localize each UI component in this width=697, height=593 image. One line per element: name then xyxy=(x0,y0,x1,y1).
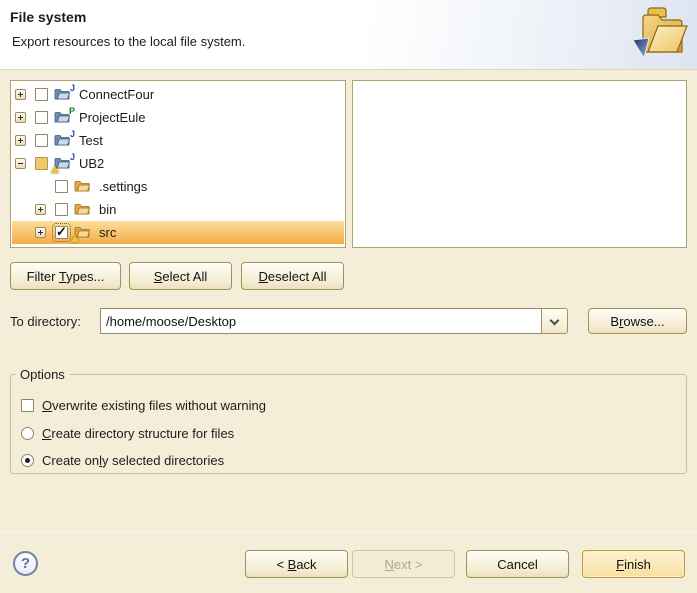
tree-item-label: Test xyxy=(77,133,105,148)
tree-row[interactable]: src xyxy=(12,221,344,244)
expander-icon[interactable] xyxy=(15,158,26,169)
tree-row[interactable]: J Test xyxy=(12,129,344,152)
item-checkbox[interactable] xyxy=(35,88,48,101)
tree-row[interactable]: P ProjectEule xyxy=(12,106,344,129)
wizard-header: File system Export resources to the loca… xyxy=(0,0,697,70)
expander-icon[interactable] xyxy=(15,112,26,123)
filter-types-button[interactable]: Filter Types... xyxy=(10,262,121,290)
item-checkbox[interactable] xyxy=(55,226,68,239)
decorator-badge: J xyxy=(70,129,75,139)
directory-input[interactable] xyxy=(100,308,542,334)
finish-button[interactable]: Finish xyxy=(582,550,685,578)
folder-icon: J xyxy=(54,156,71,171)
decorator-badge: J xyxy=(70,152,75,162)
tree-item-label: ProjectEule xyxy=(77,110,147,125)
folder-icon: J xyxy=(54,87,71,102)
warning-icon xyxy=(51,166,59,173)
item-checkbox[interactable] xyxy=(35,111,48,124)
item-checkbox[interactable] xyxy=(35,157,48,170)
item-checkbox[interactable] xyxy=(55,180,68,193)
expander-icon[interactable] xyxy=(15,135,26,146)
create-only-selected-radio[interactable] xyxy=(21,454,34,467)
folder-icon xyxy=(74,225,91,240)
back-button[interactable]: < Back xyxy=(245,550,348,578)
item-checkbox[interactable] xyxy=(35,134,48,147)
next-button: Next > xyxy=(352,550,455,578)
create-only-selected-label: Create only selected directories xyxy=(42,453,224,468)
resource-tree: J ConnectFour P ProjectEule J Test xyxy=(10,80,346,248)
file-list-panel xyxy=(352,80,687,248)
help-button[interactable]: ? xyxy=(13,551,38,576)
expander-icon[interactable] xyxy=(15,89,26,100)
warning-icon xyxy=(71,235,79,242)
tree-row[interactable]: J ConnectFour xyxy=(12,83,344,106)
tree-item-label: src xyxy=(97,225,118,240)
folder-icon: J xyxy=(54,133,71,148)
page-subtitle: Export resources to the local file syste… xyxy=(12,34,245,49)
expander-icon[interactable] xyxy=(35,204,46,215)
tree-item-label: bin xyxy=(97,202,118,217)
item-checkbox[interactable] xyxy=(55,203,68,216)
footer-separator xyxy=(0,532,697,533)
create-directory-structure-option[interactable]: Create directory structure for files xyxy=(21,426,234,441)
create-only-selected-option[interactable]: Create only selected directories xyxy=(21,453,224,468)
select-all-button[interactable]: Select All xyxy=(129,262,232,290)
options-legend: Options xyxy=(16,367,69,382)
directory-combo xyxy=(100,308,568,334)
folder-icon xyxy=(74,202,91,217)
overwrite-option[interactable]: Overwrite existing files without warning xyxy=(21,398,266,413)
create-directory-structure-label: Create directory structure for files xyxy=(42,426,234,441)
decorator-badge: J xyxy=(70,83,75,93)
directory-dropdown-button[interactable] xyxy=(541,308,568,334)
chevron-down-icon xyxy=(550,316,560,326)
overwrite-label: Overwrite existing files without warning xyxy=(42,398,266,413)
folder-icon: P xyxy=(54,110,71,125)
decorator-badge: P xyxy=(69,106,75,116)
page-title: File system xyxy=(10,9,86,25)
create-directory-structure-radio[interactable] xyxy=(21,427,34,440)
export-folder-icon xyxy=(627,2,691,66)
question-mark-icon: ? xyxy=(21,555,30,572)
overwrite-checkbox[interactable] xyxy=(21,399,34,412)
folder-icon xyxy=(74,179,91,194)
tree-item-label: UB2 xyxy=(77,156,106,171)
cancel-button[interactable]: Cancel xyxy=(466,550,569,578)
expander-icon[interactable] xyxy=(35,227,46,238)
tree-row[interactable]: bin xyxy=(12,198,344,221)
options-group: Options Overwrite existing files without… xyxy=(10,367,687,474)
browse-button[interactable]: Browse... xyxy=(588,308,687,334)
tree-row[interactable]: J UB2 xyxy=(12,152,344,175)
deselect-all-button[interactable]: Deselect All xyxy=(241,262,344,290)
tree-item-label: ConnectFour xyxy=(77,87,156,102)
to-directory-label: To directory: xyxy=(10,314,81,329)
tree-item-label: .settings xyxy=(97,179,149,194)
tree-row[interactable]: .settings xyxy=(12,175,344,198)
